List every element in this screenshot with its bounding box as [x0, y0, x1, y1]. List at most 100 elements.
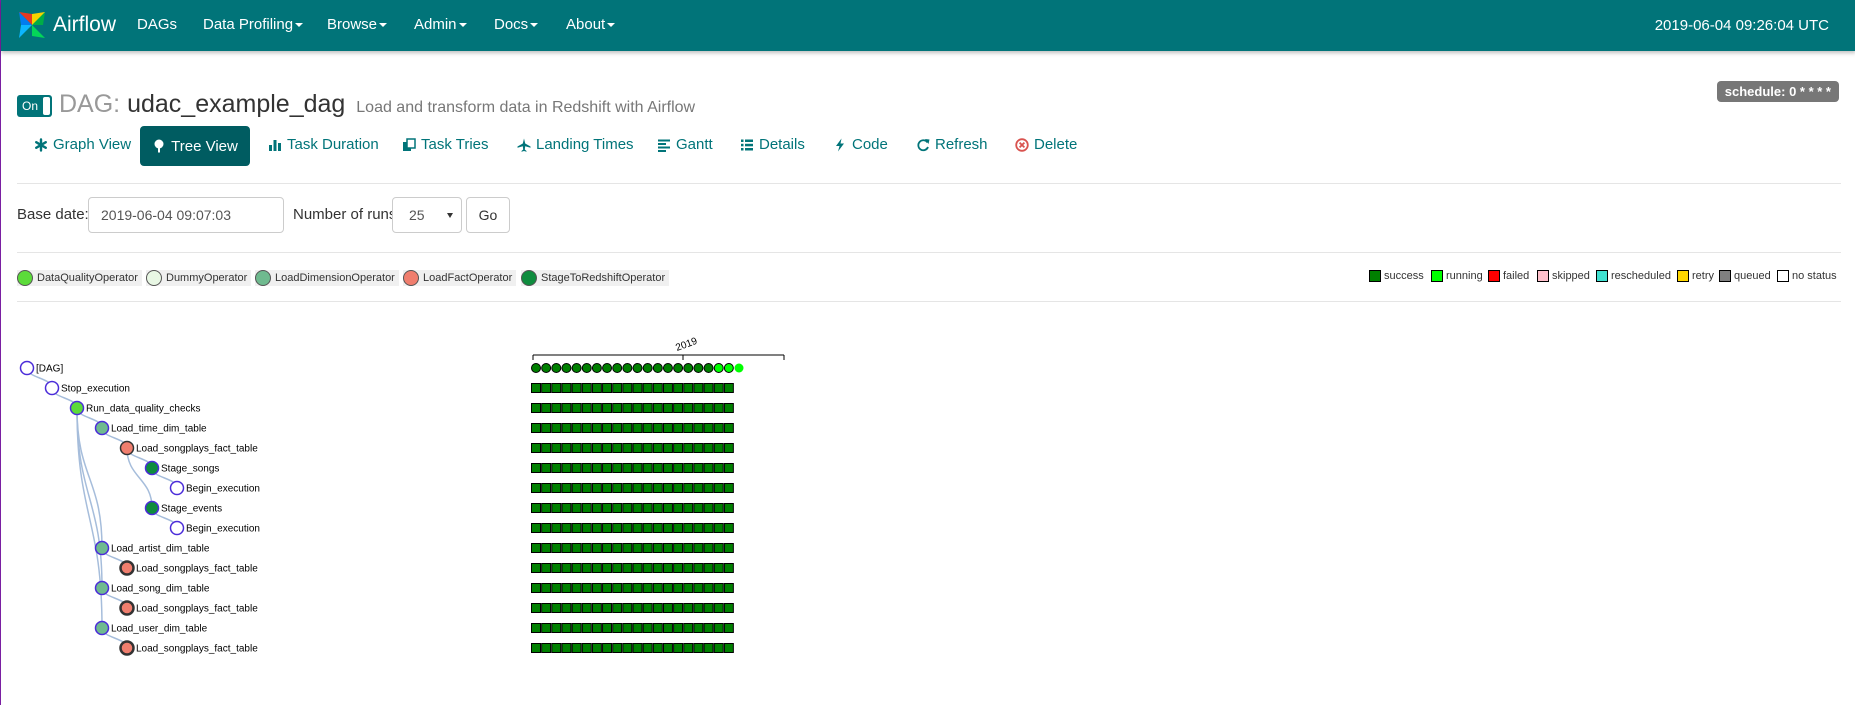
task-instance-square[interactable] [541, 423, 552, 433]
task-node-icon[interactable] [19, 360, 35, 376]
task-instance-square[interactable] [581, 443, 592, 453]
dag-run-circle[interactable] [612, 363, 623, 373]
nav-admin[interactable]: Admin [414, 16, 467, 33]
task-instance-square[interactable] [642, 443, 653, 453]
task-instance-square[interactable] [581, 643, 592, 653]
task-instance-square[interactable] [713, 643, 724, 653]
task-instance-square[interactable] [622, 523, 633, 533]
task-instance-square[interactable] [612, 623, 623, 633]
task-node-icon[interactable] [144, 460, 160, 476]
task-node-icon[interactable] [144, 500, 160, 516]
dag-run-circle[interactable] [541, 363, 552, 373]
task-node-label[interactable]: Load_songplays_fact_table [136, 564, 258, 575]
task-instance-square[interactable] [602, 543, 613, 553]
task-instance-square[interactable] [662, 543, 673, 553]
task-instance-square[interactable] [723, 523, 734, 533]
task-instance-square[interactable] [541, 583, 552, 593]
dag-run-circle[interactable] [652, 363, 663, 373]
task-instance-square[interactable] [652, 403, 663, 413]
dag-run-circle[interactable] [723, 363, 734, 373]
task-instance-square[interactable] [683, 503, 694, 513]
task-instance-square[interactable] [612, 643, 623, 653]
task-instance-square[interactable] [652, 383, 663, 393]
task-instance-square[interactable] [581, 603, 592, 613]
nav-docs[interactable]: Docs [494, 16, 539, 33]
task-instance-square[interactable] [612, 403, 623, 413]
task-instance-square[interactable] [581, 483, 592, 493]
task-instance-square[interactable] [673, 503, 684, 513]
task-instance-square[interactable] [581, 543, 592, 553]
task-instance-square[interactable] [541, 483, 552, 493]
task-instance-square[interactable] [551, 543, 562, 553]
task-instance-square[interactable] [673, 483, 684, 493]
task-instance-square[interactable] [551, 563, 562, 573]
dag-run-circle[interactable] [642, 363, 653, 373]
task-instance-square[interactable] [683, 403, 694, 413]
task-instance-square[interactable] [693, 443, 704, 453]
task-instance-square[interactable] [642, 563, 653, 573]
task-instance-square[interactable] [703, 583, 714, 593]
task-instance-square[interactable] [652, 563, 663, 573]
task-instance-square[interactable] [632, 423, 643, 433]
task-instance-square[interactable] [551, 623, 562, 633]
task-instance-square[interactable] [693, 563, 704, 573]
task-instance-square[interactable] [602, 643, 613, 653]
task-instance-square[interactable] [632, 563, 643, 573]
task-instance-square[interactable] [673, 443, 684, 453]
task-instance-square[interactable] [581, 403, 592, 413]
task-instance-square[interactable] [713, 623, 724, 633]
task-instance-square[interactable] [642, 603, 653, 613]
task-instance-square[interactable] [531, 563, 541, 573]
task-instance-square[interactable] [703, 403, 714, 413]
task-instance-square[interactable] [723, 563, 734, 573]
nav-about[interactable]: About [566, 16, 616, 33]
task-instance-square[interactable] [703, 543, 714, 553]
task-instance-square[interactable] [541, 563, 552, 573]
task-instance-square[interactable] [561, 403, 572, 413]
task-instance-square[interactable] [531, 463, 541, 473]
task-instance-square[interactable] [632, 543, 643, 553]
task-instance-square[interactable] [561, 543, 572, 553]
task-instance-square[interactable] [673, 543, 684, 553]
task-instance-square[interactable] [642, 483, 653, 493]
task-instance-square[interactable] [652, 483, 663, 493]
task-instance-square[interactable] [673, 383, 684, 393]
task-instance-square[interactable] [683, 543, 694, 553]
task-instance-square[interactable] [652, 503, 663, 513]
task-instance-square[interactable] [662, 423, 673, 433]
task-instance-square[interactable] [602, 523, 613, 533]
task-instance-square[interactable] [561, 643, 572, 653]
task-instance-square[interactable] [541, 443, 552, 453]
task-instance-square[interactable] [673, 583, 684, 593]
task-instance-square[interactable] [703, 463, 714, 473]
task-instance-square[interactable] [642, 503, 653, 513]
task-instance-square[interactable] [561, 603, 572, 613]
task-instance-square[interactable] [581, 583, 592, 593]
task-instance-square[interactable] [531, 383, 541, 393]
task-instance-square[interactable] [632, 523, 643, 533]
task-node-label[interactable]: Load_time_dim_table [111, 424, 207, 435]
task-instance-square[interactable] [632, 603, 643, 613]
task-instance-square[interactable] [642, 543, 653, 553]
task-instance-square[interactable] [602, 563, 613, 573]
task-instance-square[interactable] [561, 623, 572, 633]
task-instance-square[interactable] [561, 523, 572, 533]
task-instance-square[interactable] [642, 523, 653, 533]
task-instance-square[interactable] [531, 543, 541, 553]
tab-delete[interactable]: Delete [1015, 136, 1077, 153]
tab-tree-view[interactable]: Tree View [140, 126, 250, 166]
task-instance-square[interactable] [713, 523, 724, 533]
task-instance-square[interactable] [561, 583, 572, 593]
task-instance-square[interactable] [612, 503, 623, 513]
base-date-input[interactable]: 2019-06-04 09:07:03 [88, 197, 284, 233]
go-button[interactable]: Go [466, 197, 510, 233]
task-instance-square[interactable] [683, 483, 694, 493]
task-instance-square[interactable] [561, 463, 572, 473]
tab-graph-view[interactable]: Graph View [34, 136, 131, 153]
task-instance-square[interactable] [662, 563, 673, 573]
task-node-icon[interactable] [169, 520, 185, 536]
task-instance-square[interactable] [662, 623, 673, 633]
dag-run-circle[interactable] [703, 363, 714, 373]
task-instance-square[interactable] [673, 463, 684, 473]
task-instance-square[interactable] [693, 643, 704, 653]
